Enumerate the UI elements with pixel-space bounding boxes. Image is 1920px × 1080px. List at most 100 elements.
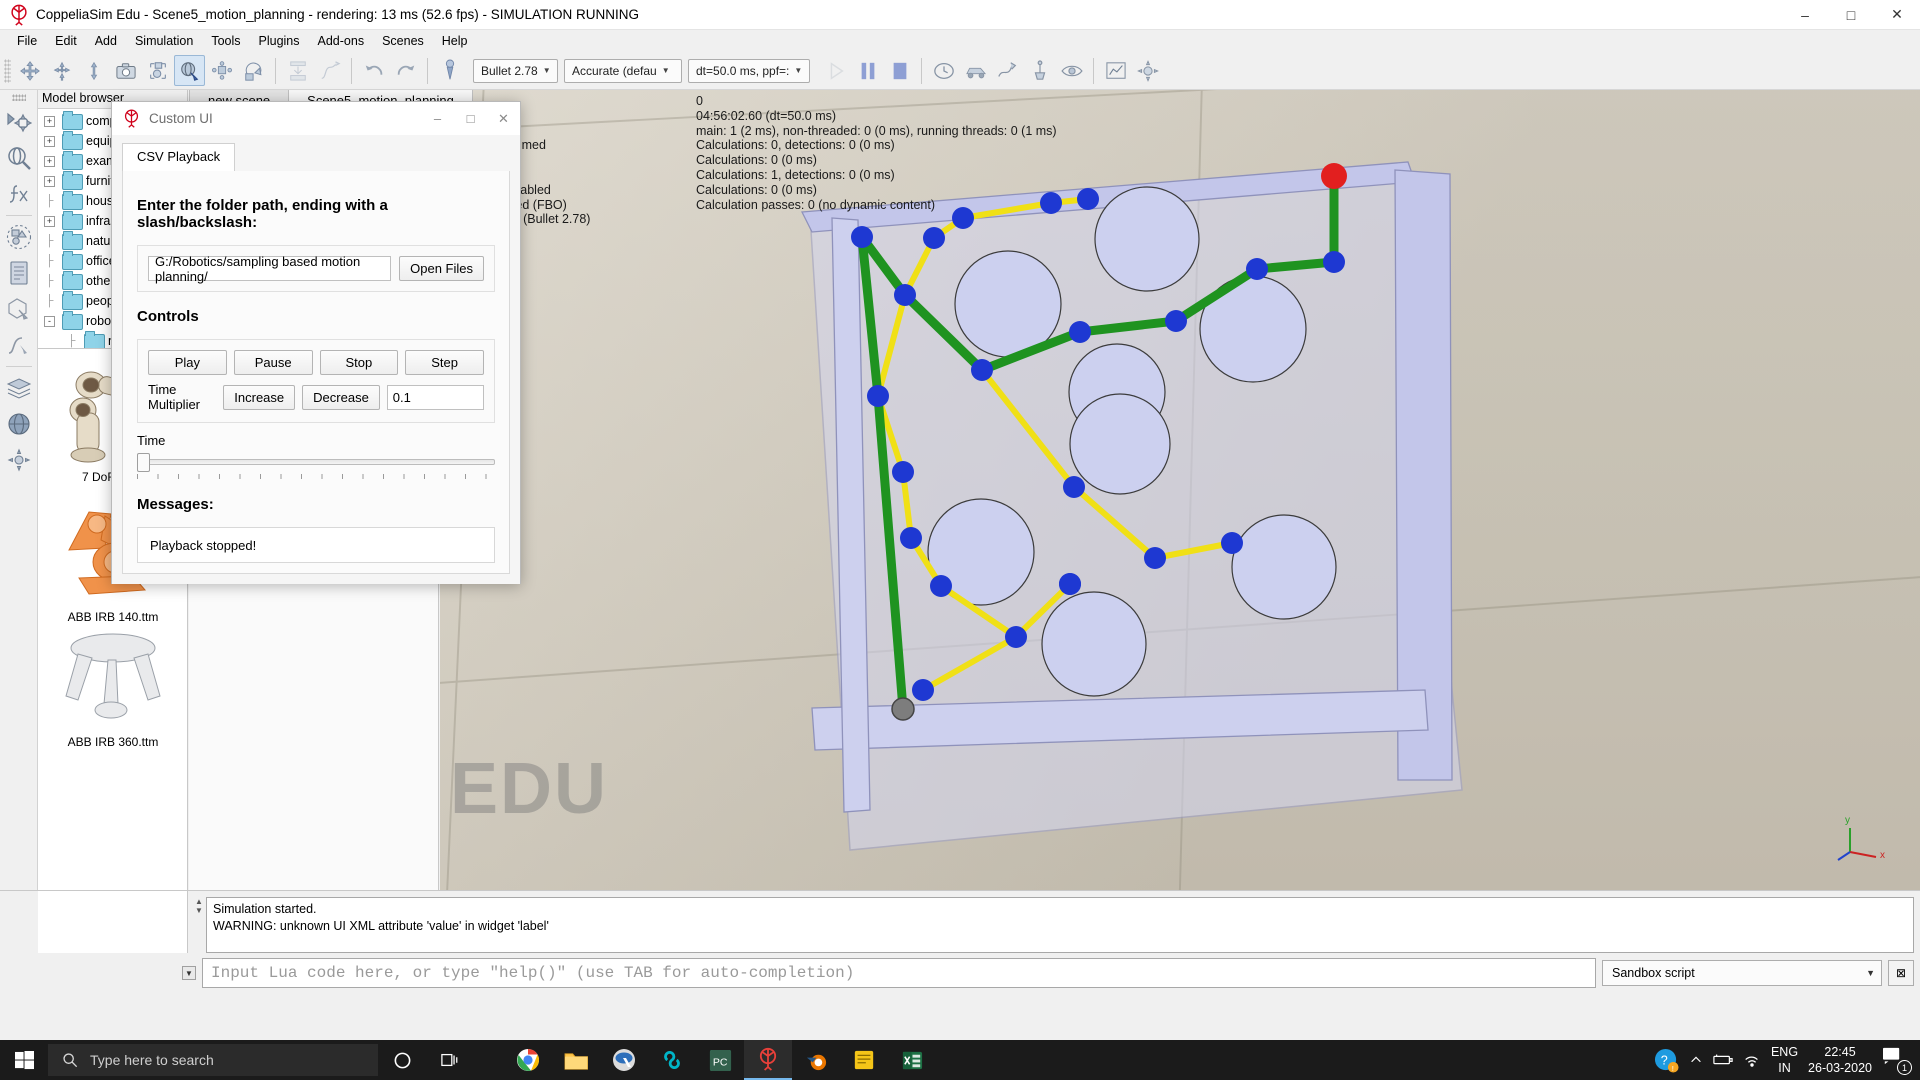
- command-scroll-controls[interactable]: ▼: [38, 966, 202, 980]
- battery-icon[interactable]: [1713, 1053, 1733, 1067]
- folder-path-input[interactable]: G:/Robotics/sampling based motion planni…: [148, 254, 392, 284]
- task-view-icon[interactable]: [426, 1040, 474, 1080]
- minimize-button[interactable]: –: [1782, 0, 1828, 30]
- calculation-modules-icon[interactable]: [3, 142, 35, 174]
- stop-button[interactable]: Stop: [319, 350, 399, 375]
- vehicle-model-icon[interactable]: [960, 55, 991, 86]
- settings-gear-icon[interactable]: [1132, 55, 1163, 86]
- tree-expander[interactable]: +: [44, 135, 55, 147]
- pause-button[interactable]: Pause: [233, 350, 313, 375]
- decrease-button[interactable]: Decrease: [302, 384, 380, 410]
- model-thumbnail-irb360[interactable]: ABB IRB 360.ttm: [38, 624, 187, 749]
- cortana-icon[interactable]: [378, 1040, 426, 1080]
- menu-item-plugins[interactable]: Plugins: [250, 32, 309, 50]
- toolbar-grip[interactable]: [4, 58, 11, 83]
- menu-item-addons[interactable]: Add-ons: [309, 32, 374, 50]
- taskbar-coppeliasim-icon[interactable]: [744, 1040, 792, 1080]
- physics-engine-combo[interactable]: Bullet 2.78 ▼: [473, 58, 558, 83]
- undo-icon[interactable]: [358, 55, 389, 86]
- globe-icon[interactable]: [3, 408, 35, 440]
- scene-object-properties-icon[interactable]: [3, 106, 35, 138]
- clock[interactable]: 22:45 26-03-2020: [1808, 1044, 1872, 1076]
- graph-icon[interactable]: [1100, 55, 1131, 86]
- redo-icon[interactable]: [390, 55, 421, 86]
- proximity-sensor-icon[interactable]: [1024, 55, 1055, 86]
- slider-handle[interactable]: [137, 453, 150, 472]
- pause-simulation-button[interactable]: [852, 55, 883, 86]
- shape-select-icon[interactable]: [3, 293, 35, 325]
- strip-grip[interactable]: [11, 94, 26, 101]
- command-history-down-button[interactable]: ▼: [182, 966, 196, 980]
- dynamics-icon[interactable]: [434, 55, 465, 86]
- taskbar-chrome-icon[interactable]: [504, 1040, 552, 1080]
- realtime-clock-icon[interactable]: [928, 55, 959, 86]
- vision-sensor-icon[interactable]: [1056, 55, 1087, 86]
- tree-expander[interactable]: +: [44, 115, 55, 127]
- taskbar-blender-icon[interactable]: [792, 1040, 840, 1080]
- assemble-icon[interactable]: [206, 55, 237, 86]
- script-selector-combo[interactable]: Sandbox script ▼: [1602, 960, 1882, 986]
- object-selection-icon[interactable]: [142, 55, 173, 86]
- page-selector-icon[interactable]: [174, 55, 205, 86]
- taskbar-file-explorer-icon[interactable]: [552, 1040, 600, 1080]
- camera-icon[interactable]: [110, 55, 141, 86]
- scene-3d-view[interactable]: s: ts called/resumed g enabled g enabled…: [440, 90, 1920, 890]
- increase-button[interactable]: Increase: [223, 384, 296, 410]
- custom-ui-close-button[interactable]: ✕: [487, 102, 520, 135]
- script-editor-icon[interactable]: [3, 257, 35, 289]
- lua-command-input[interactable]: Input Lua code here, or type "help()" (u…: [202, 958, 1596, 988]
- move-z-icon[interactable]: [78, 55, 109, 86]
- tab-csv-playback[interactable]: CSV Playback: [122, 143, 236, 171]
- clear-console-button[interactable]: ⊠: [1888, 960, 1914, 986]
- step-button[interactable]: Step: [405, 350, 484, 375]
- play-button[interactable]: Play: [148, 350, 227, 375]
- menu-item-scenes[interactable]: Scenes: [373, 32, 433, 50]
- menu-item-simulation[interactable]: Simulation: [126, 32, 202, 50]
- path-select-icon[interactable]: [3, 329, 35, 361]
- start-simulation-button[interactable]: [820, 55, 851, 86]
- language-indicator[interactable]: ENG IN: [1771, 1044, 1798, 1076]
- menu-item-add[interactable]: Add: [86, 32, 126, 50]
- status-scroll-controls[interactable]: ▲ ▼: [192, 897, 206, 953]
- time-slider[interactable]: [137, 452, 495, 479]
- start-button[interactable]: [0, 1040, 48, 1080]
- tree-expander[interactable]: +: [44, 175, 55, 187]
- help-notification-icon[interactable]: ? !: [1654, 1048, 1679, 1073]
- collapse-icon[interactable]: [282, 55, 313, 86]
- shape-edit-mode-icon[interactable]: [3, 221, 35, 253]
- object-translate-icon[interactable]: [14, 55, 45, 86]
- path-edit-icon[interactable]: [314, 55, 345, 86]
- timestep-combo[interactable]: dt=50.0 ms, ppf=: ▼: [688, 58, 810, 83]
- function-fx-icon[interactable]: [3, 178, 35, 210]
- custom-ui-maximize-button[interactable]: □: [454, 102, 487, 135]
- tree-expander[interactable]: +: [44, 155, 55, 167]
- taskbar-app-infinity-icon[interactable]: [648, 1040, 696, 1080]
- menu-item-help[interactable]: Help: [433, 32, 477, 50]
- tree-expander[interactable]: -: [44, 315, 55, 327]
- dynamic-model-icon[interactable]: [992, 55, 1023, 86]
- close-button[interactable]: ✕: [1874, 0, 1920, 30]
- slider-track[interactable]: [137, 459, 495, 465]
- wifi-icon[interactable]: [1743, 1053, 1761, 1068]
- menu-item-file[interactable]: File: [8, 32, 46, 50]
- tree-expander[interactable]: +: [44, 215, 55, 227]
- object-rotate-icon[interactable]: [46, 55, 77, 86]
- maximize-button[interactable]: □: [1828, 0, 1874, 30]
- time-multiplier-value[interactable]: 0.1: [386, 384, 484, 410]
- accuracy-combo[interactable]: Accurate (defau ▼: [564, 58, 682, 83]
- menu-item-edit[interactable]: Edit: [46, 32, 86, 50]
- taskbar-pycharm-icon[interactable]: PC: [696, 1040, 744, 1080]
- taskbar-notes-icon[interactable]: [840, 1040, 888, 1080]
- menu-item-tools[interactable]: Tools: [202, 32, 249, 50]
- taskbar-excel-icon[interactable]: [888, 1040, 936, 1080]
- layers-icon[interactable]: [3, 372, 35, 404]
- custom-ui-dialog[interactable]: Custom UI – □ ✕ CSV Playback Enter the f…: [111, 101, 521, 584]
- show-hidden-icons-chevron-icon[interactable]: [1689, 1053, 1703, 1067]
- custom-ui-minimize-button[interactable]: –: [421, 102, 454, 135]
- rotate-group-icon[interactable]: [238, 55, 269, 86]
- taskbar-app-r-icon[interactable]: [600, 1040, 648, 1080]
- user-settings-icon[interactable]: [3, 444, 35, 476]
- taskbar-search-box[interactable]: Type here to search: [48, 1044, 378, 1076]
- open-files-button[interactable]: Open Files: [399, 256, 484, 281]
- stop-simulation-button[interactable]: [884, 55, 915, 86]
